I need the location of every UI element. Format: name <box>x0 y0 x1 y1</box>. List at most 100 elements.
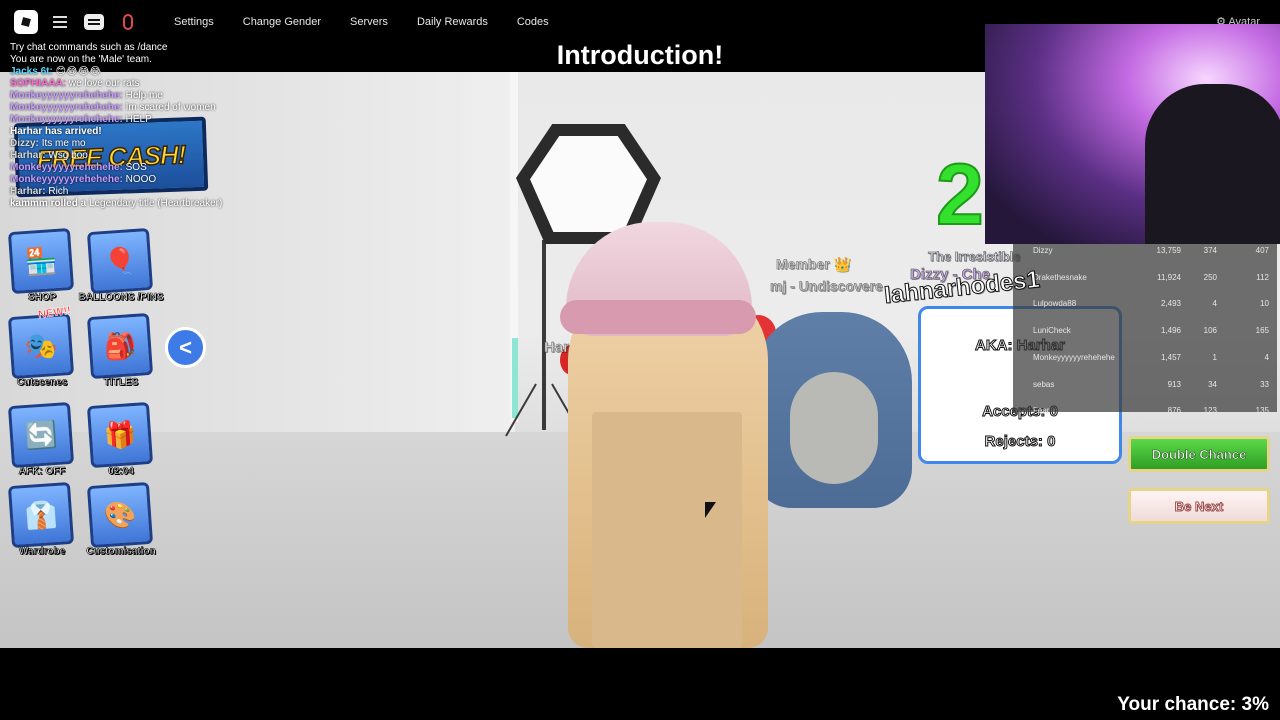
light-stand <box>542 240 546 430</box>
gift-timer-button[interactable]: 🎁 02:04 <box>86 401 154 477</box>
leaderboard-value: 4 <box>1212 299 1217 309</box>
chevron-left-icon: < <box>179 334 192 360</box>
leaderboard-value: 4 <box>1264 352 1269 362</box>
leaderboard-row: Fear 876 123 135 <box>1013 398 1277 424</box>
nametag-title: The Irresistible <box>928 249 1021 265</box>
chat-author: Dizzy: <box>10 138 39 149</box>
mask-icon: 🎭 <box>7 312 75 380</box>
leaderboard-name: LuniCheck <box>1033 326 1071 336</box>
chat-text: Wsg boo <box>48 150 88 161</box>
leaderboard-value: 106 <box>1203 326 1217 336</box>
chat-text: Help me <box>125 90 163 101</box>
roblox-logo-icon[interactable] <box>14 10 38 34</box>
microphone-icon[interactable] <box>116 10 140 34</box>
your-chance-label: Your chance: 3% <box>1117 694 1269 715</box>
chat-window: Try chat commands such as /dance You are… <box>10 42 290 210</box>
collapse-arrow-button[interactable]: < <box>165 327 206 368</box>
chat-author: Monkeyyyyyyrehehehe: <box>10 90 123 101</box>
chat-messages: Jacks 6t: 😊😂😂😂 SOPHIAAA: we love our rats… <box>10 66 290 210</box>
chat-message: Dizzy: Its me mo <box>10 138 290 150</box>
leaderboard-row: Monkeyyyyyyrehehehe 1,457 1 4 <box>1013 345 1277 371</box>
leaderboard-value: 33 <box>1260 379 1269 389</box>
chat-author: kammm rolled a <box>10 198 87 209</box>
streamer-silhouette <box>1145 84 1280 244</box>
balloons-pins-button[interactable]: 🎈 BALLOONS /PINS <box>78 227 164 303</box>
chat-message: Harhar: Rich <box>10 186 290 198</box>
chat-message: Jacks 6t: 😊😂😂😂 <box>10 66 290 78</box>
chat-text: HELP <box>125 114 152 125</box>
leaderboard-row: sebas 913 34 33 <box>1013 372 1277 398</box>
chat-message: Monkeyyyyyyrehehehe: NOOO <box>10 174 290 186</box>
nametag-harhar: Har <box>544 339 570 356</box>
titles-button[interactable]: 🎒 TITLES <box>86 312 154 388</box>
chat-message: Harhar has arrived! <box>10 126 290 138</box>
chat-author: Monkeyyyyyyrehehehe: <box>10 174 123 185</box>
wardrobe-icon: 👔 <box>7 481 75 549</box>
chat-author: Harhar: <box>10 150 46 161</box>
chat-text: Rich <box>48 186 69 197</box>
leaderboard-value: 1,457 <box>1160 352 1181 362</box>
double-chance-button[interactable]: Double Chance <box>1128 436 1270 472</box>
leaderboard-value: 135 <box>1255 406 1269 416</box>
chat-message: Monkeyyyyyyrehehehe: HELP <box>10 114 290 126</box>
bottom-bar: Your chance: 3% <box>0 648 1280 720</box>
chat-system-message: You are now on the 'Male' team. <box>10 54 152 65</box>
webcam-overlay <box>985 24 1280 244</box>
gift-icon: 🎁 <box>86 401 154 469</box>
chat-message: Monkeyyyyyyrehehehe: SOS <box>10 162 290 174</box>
chat-text: SOS <box>125 162 147 173</box>
menu-codes[interactable]: Codes <box>517 16 549 28</box>
leaderboard-row: Drakethesnake 11,924 250 112 <box>1013 265 1277 291</box>
leaderboard-value: 913 <box>1167 379 1181 389</box>
leaderboard-value: 11,924 <box>1157 272 1181 282</box>
customisation-label: Customisation <box>86 546 156 558</box>
leaderboard[interactable]: Dizzy 13,759 374 407 Drakethesnake 11,924 250 1… <box>1013 238 1277 415</box>
shark-avatar-belly <box>790 372 878 484</box>
player-avatar-cap-brim <box>560 300 756 334</box>
menu-change-gender[interactable]: Change Gender <box>243 16 321 28</box>
chat-text: Legendary title (Heartbreaker) <box>88 198 223 209</box>
chat-author: SOPHIAAA: <box>10 78 67 89</box>
leaderboard-row: LuniCheck 1,496 106 165 <box>1013 318 1277 344</box>
nametag-member: Member 👑 <box>776 256 852 272</box>
scoreboard-number: 2 <box>935 146 985 244</box>
afk-button[interactable]: 🔄 AFK: OFF <box>7 401 75 477</box>
player-avatar[interactable] <box>592 412 742 648</box>
gift-timer-label: 02:04 <box>108 466 134 478</box>
be-next-button[interactable]: Be Next <box>1128 488 1270 524</box>
chat-icon[interactable] <box>82 10 106 34</box>
chat-message: Monkeyyyyyyrehehehe: Im scared of women <box>10 102 290 114</box>
chat-message: Harhar: Wsg boo <box>10 150 290 162</box>
menu-servers[interactable]: Servers <box>350 16 388 28</box>
refresh-icon: 🔄 <box>7 401 75 469</box>
leaderboard-value: 10 <box>1260 299 1269 309</box>
menu-settings[interactable]: Settings <box>174 16 214 28</box>
wardrobe-button[interactable]: 👔 Wardrobe <box>7 481 75 557</box>
scene-teal-strip <box>512 338 518 418</box>
balloons-pins-label: BALLOONS /PINS <box>78 292 164 304</box>
leaderboard-name: Fear <box>1033 406 1050 416</box>
chat-message: kammm rolled a Legendary title (Heartbre… <box>10 198 290 210</box>
mouse-cursor-icon <box>705 502 716 518</box>
leaderboard-name: Drakethesnake <box>1033 272 1087 282</box>
color-wheel-icon: 🎨 <box>86 481 154 549</box>
leaderboard-row: Lulpowda88 2,493 4 10 <box>1013 291 1277 317</box>
leaderboard-value: 2,493 <box>1160 299 1181 309</box>
hamburger-menu-icon[interactable] <box>48 10 72 34</box>
cutscenes-button[interactable]: 🎭 NEW!! Cutscenes <box>7 305 75 388</box>
leaderboard-value: 165 <box>1255 326 1269 336</box>
customisation-button[interactable]: 🎨 Customisation <box>86 481 156 557</box>
shop-button[interactable]: 🏪 SHOP <box>7 227 75 303</box>
leaderboard-value: 876 <box>1167 406 1181 416</box>
rejects-count: Rejects: 0 <box>984 433 1056 451</box>
chat-text: 😊😂😂😂 <box>55 66 102 77</box>
menu-daily-rewards[interactable]: Daily Rewards <box>417 16 488 28</box>
chat-author: Jacks 6t: <box>10 66 53 77</box>
chat-text: we love our rats <box>68 78 140 89</box>
backpack-icon: 🎒 <box>86 312 154 380</box>
leaderboard-value: 1 <box>1212 352 1217 362</box>
leaderboard-name: Monkeyyyyyyrehehehe <box>1033 352 1115 362</box>
leaderboard-value: 1,496 <box>1160 326 1181 336</box>
chat-message: Monkeyyyyyyrehehehe: Help me <box>10 90 290 102</box>
shop-icon: 🏪 <box>7 227 75 295</box>
